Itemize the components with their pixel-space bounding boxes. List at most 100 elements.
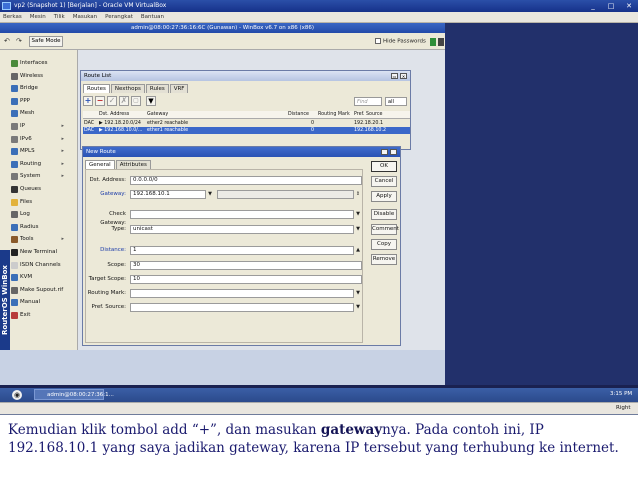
guest-desktop — [445, 23, 638, 385]
col-pref-source[interactable]: Pref. Source — [354, 111, 383, 119]
undo-icon[interactable]: ↶ — [4, 36, 10, 47]
sidebar-item-files[interactable]: Files — [0, 196, 78, 209]
sidebar-item-mpls[interactable]: MPLS ▸ — [0, 145, 78, 158]
chevron-down-icon[interactable]: ▼ — [354, 210, 362, 219]
hide-passwords-checkbox[interactable]: Hide Passwords — [375, 38, 426, 45]
close-button[interactable]: ✕ — [622, 0, 636, 12]
tab-general[interactable]: General — [85, 160, 115, 169]
type-select[interactable]: unicast — [130, 225, 354, 234]
distance-input[interactable]: 1 — [130, 246, 354, 255]
sidebar-item-isdn-channels[interactable]: ISDN Channels — [0, 259, 78, 272]
sidebar-item-system[interactable]: System ▸ — [0, 170, 78, 183]
copy-button[interactable]: Copy — [371, 239, 397, 250]
disable-button[interactable]: Disable — [371, 209, 397, 220]
tab-nexthops[interactable]: Nexthops — [110, 84, 145, 93]
menu-help[interactable]: Bantuan — [141, 12, 164, 22]
cancel-button[interactable]: Cancel — [371, 176, 397, 187]
comment-button[interactable]: Comment — [371, 224, 399, 235]
add-icon[interactable]: + — [83, 96, 93, 106]
sidebar-item-exit[interactable]: Exit — [0, 309, 78, 322]
find-input[interactable]: Find — [354, 97, 382, 106]
remove-icon[interactable]: − — [95, 96, 105, 106]
col-distance[interactable]: Distance — [288, 111, 309, 119]
chevron-up-icon[interactable]: ▲ — [354, 246, 362, 255]
log-icon — [11, 211, 18, 219]
tab-routes[interactable]: Routes — [83, 84, 110, 93]
restore-icon[interactable]: ▭ — [391, 73, 398, 79]
tools-icon — [11, 236, 18, 244]
table-row[interactable]: DAC ▶ 192.168.10.0/... ether1 reachable … — [83, 127, 410, 134]
sidebar-item-radius[interactable]: Radius — [0, 221, 78, 234]
tab-rules[interactable]: Rules — [145, 84, 169, 93]
minimize-button[interactable]: _ — [586, 0, 600, 12]
sidebar-item-ip[interactable]: IP ▸ — [0, 120, 78, 133]
chevron-down-icon[interactable]: ▼ — [354, 289, 362, 298]
apply-button[interactable]: Apply — [371, 191, 397, 202]
dst-address-input[interactable]: 0.0.0.0/0 — [130, 176, 362, 185]
sidebar-item-kvm[interactable]: KVM — [0, 271, 78, 284]
chevron-right-icon: ▸ — [61, 173, 64, 180]
kvm-icon — [11, 274, 18, 282]
sidebar-item-tools[interactable]: Tools ▸ — [0, 233, 78, 246]
vbox-app-icon — [2, 2, 11, 10]
comment-icon[interactable]: ▢ — [131, 96, 141, 106]
col-gateway[interactable]: Gateway — [147, 111, 168, 119]
hide-passwords-label: Hide Passwords — [383, 38, 426, 45]
sidebar-item-mesh[interactable]: Mesh — [0, 107, 78, 120]
sidebar-item-label: New Terminal — [20, 249, 57, 255]
sidebar-item-make-supout-rif[interactable]: Make Supout.rif — [0, 284, 78, 297]
filter-icon[interactable]: ▼ — [146, 96, 156, 106]
menu-machine[interactable]: Mesin — [30, 12, 46, 22]
filter-select[interactable]: all — [385, 97, 407, 106]
menu-view[interactable]: Tilik — [54, 12, 65, 22]
sidebar-item-ipv6[interactable]: IPv6 ▸ — [0, 133, 78, 146]
menu-file[interactable]: Berkas — [3, 12, 22, 22]
redo-icon[interactable]: ↷ — [16, 36, 22, 47]
check-gateway-select[interactable] — [130, 210, 354, 219]
sidebar-item-log[interactable]: Log — [0, 208, 78, 221]
sidebar-item-label: Make Supout.rif — [20, 286, 64, 293]
close-icon[interactable]: ✕ — [400, 73, 407, 79]
taskbar-winbox-item[interactable]: admin@08:00:27:36:1... — [34, 389, 114, 400]
tab-vrf[interactable]: VRF — [169, 84, 189, 93]
tab-attributes[interactable]: Attributes — [115, 160, 151, 169]
chevron-down-icon[interactable]: ▼ — [354, 225, 362, 234]
close-icon[interactable]: ✕ — [390, 149, 397, 155]
gateway-dropdown-icon[interactable]: ▼ — [206, 190, 214, 199]
new-terminal-icon — [11, 249, 18, 256]
gateway-spin-icon[interactable]: ⇕ — [354, 190, 362, 199]
sidebar-item-wireless[interactable]: Wireless — [0, 70, 78, 83]
sidebar-item-label: IPv6 — [20, 135, 32, 142]
start-menu-icon[interactable]: ◉ — [12, 390, 22, 400]
menu-input[interactable]: Masukan — [73, 12, 97, 22]
enable-icon[interactable]: ✓ — [107, 96, 117, 106]
pref-source-select[interactable] — [130, 303, 354, 312]
sidebar-item-new-terminal[interactable]: New Terminal — [0, 246, 78, 259]
radius-icon — [11, 223, 18, 231]
target-scope-input[interactable]: 10 — [130, 275, 362, 284]
sidebar-item-manual[interactable]: Manual — [0, 296, 78, 309]
sidebar-item-queues[interactable]: Queues — [0, 183, 78, 196]
gateway-input[interactable]: 192.168.10.1 — [130, 190, 206, 199]
row-pref: 192.168.10.2 — [354, 128, 387, 133]
routing-mark-select[interactable] — [130, 289, 354, 298]
scope-input[interactable]: 30 — [130, 261, 362, 270]
restore-icon[interactable]: ▭ — [381, 149, 388, 155]
maximize-button[interactable]: □ — [604, 0, 618, 12]
sidebar-item-routing[interactable]: Routing ▸ — [0, 158, 78, 171]
disable-icon[interactable]: ✗ — [119, 96, 129, 106]
safe-mode-button[interactable]: Safe Mode — [29, 36, 63, 47]
col-routing-mark[interactable]: Routing Mark — [318, 111, 350, 119]
menu-devices[interactable]: Perangkat — [105, 12, 133, 22]
ok-button[interactable]: OK — [371, 161, 397, 172]
sidebar-item-interfaces[interactable]: Interfaces — [0, 57, 78, 70]
gateway-state-field — [217, 190, 354, 199]
col-dst-address[interactable]: Dst. Address — [99, 111, 129, 119]
chevron-down-icon[interactable]: ▼ — [354, 303, 362, 312]
new-route-title-text: New Route — [86, 149, 116, 155]
table-row[interactable]: DAC ▶ 192.18.20.0/24 ether2 reachable 0 … — [83, 120, 410, 127]
remove-button[interactable]: Remove — [371, 254, 397, 265]
sidebar-item-bridge[interactable]: Bridge — [0, 82, 78, 95]
sidebar-item-ppp[interactable]: PPP — [0, 95, 78, 108]
files-icon — [11, 198, 18, 206]
